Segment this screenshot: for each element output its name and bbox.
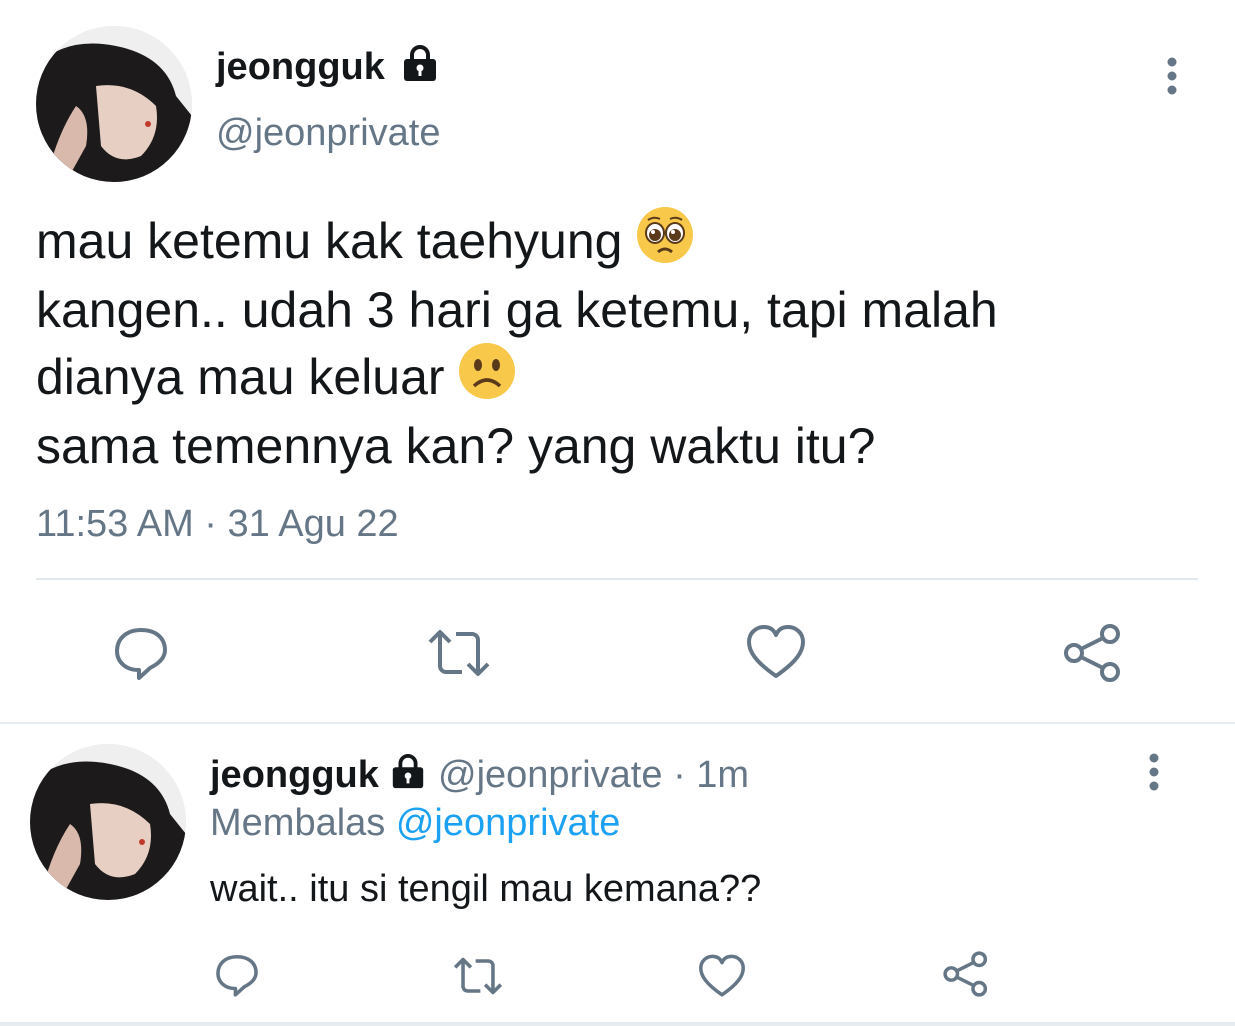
display-name[interactable]: jeongguk	[216, 46, 385, 89]
divider	[36, 578, 1198, 580]
tweet-line: sama temennya kan? yang waktu itu?	[36, 418, 876, 474]
handle[interactable]: @jeonprivate	[438, 754, 662, 796]
like-icon[interactable]	[698, 954, 746, 998]
share-icon[interactable]	[1062, 622, 1124, 684]
tweet-separator	[0, 722, 1235, 724]
reply-icon[interactable]	[112, 624, 170, 682]
share-icon[interactable]	[942, 950, 990, 998]
avatar[interactable]	[30, 744, 186, 900]
bottom-separator	[0, 1022, 1235, 1026]
more-options-icon[interactable]	[1142, 752, 1166, 792]
tweet-age: · 1m	[673, 754, 750, 796]
replying-label: Membalas	[210, 802, 386, 844]
replying-to-link[interactable]: @jeonprivate	[396, 802, 620, 844]
frowning-face-icon	[458, 342, 516, 415]
reply-icon[interactable]	[214, 952, 260, 998]
handle[interactable]: @jeonprivate	[216, 112, 440, 155]
retweet-icon[interactable]	[426, 628, 492, 678]
avatar[interactable]	[36, 26, 192, 182]
pleading-face-icon	[636, 206, 694, 279]
tweet-line: dianya mau keluar	[36, 342, 998, 415]
tweet-line: mau ketemu kak taehyung	[36, 206, 998, 279]
display-name[interactable]: jeongguk	[210, 754, 379, 796]
like-icon[interactable]	[746, 624, 806, 680]
reply-text: wait.. itu si tengil mau kemana??	[210, 868, 762, 910]
tweet-line: kangen.. udah 3 hari ga ketemu, tapi mal…	[36, 282, 998, 338]
tweet-timestamp[interactable]: 11:53 AM · 31 Agu 22	[36, 503, 399, 546]
lock-icon	[389, 753, 427, 797]
retweet-icon[interactable]	[452, 956, 504, 996]
lock-icon	[400, 44, 440, 84]
replying-to: Membalas @jeonprivate	[210, 802, 620, 845]
more-options-icon[interactable]	[1160, 56, 1184, 96]
tweet-text: mau ketemu kak taehyung kangen.. udah 3 …	[36, 206, 998, 478]
reply-header: jeongguk @jeonprivate · 1m	[210, 753, 749, 797]
